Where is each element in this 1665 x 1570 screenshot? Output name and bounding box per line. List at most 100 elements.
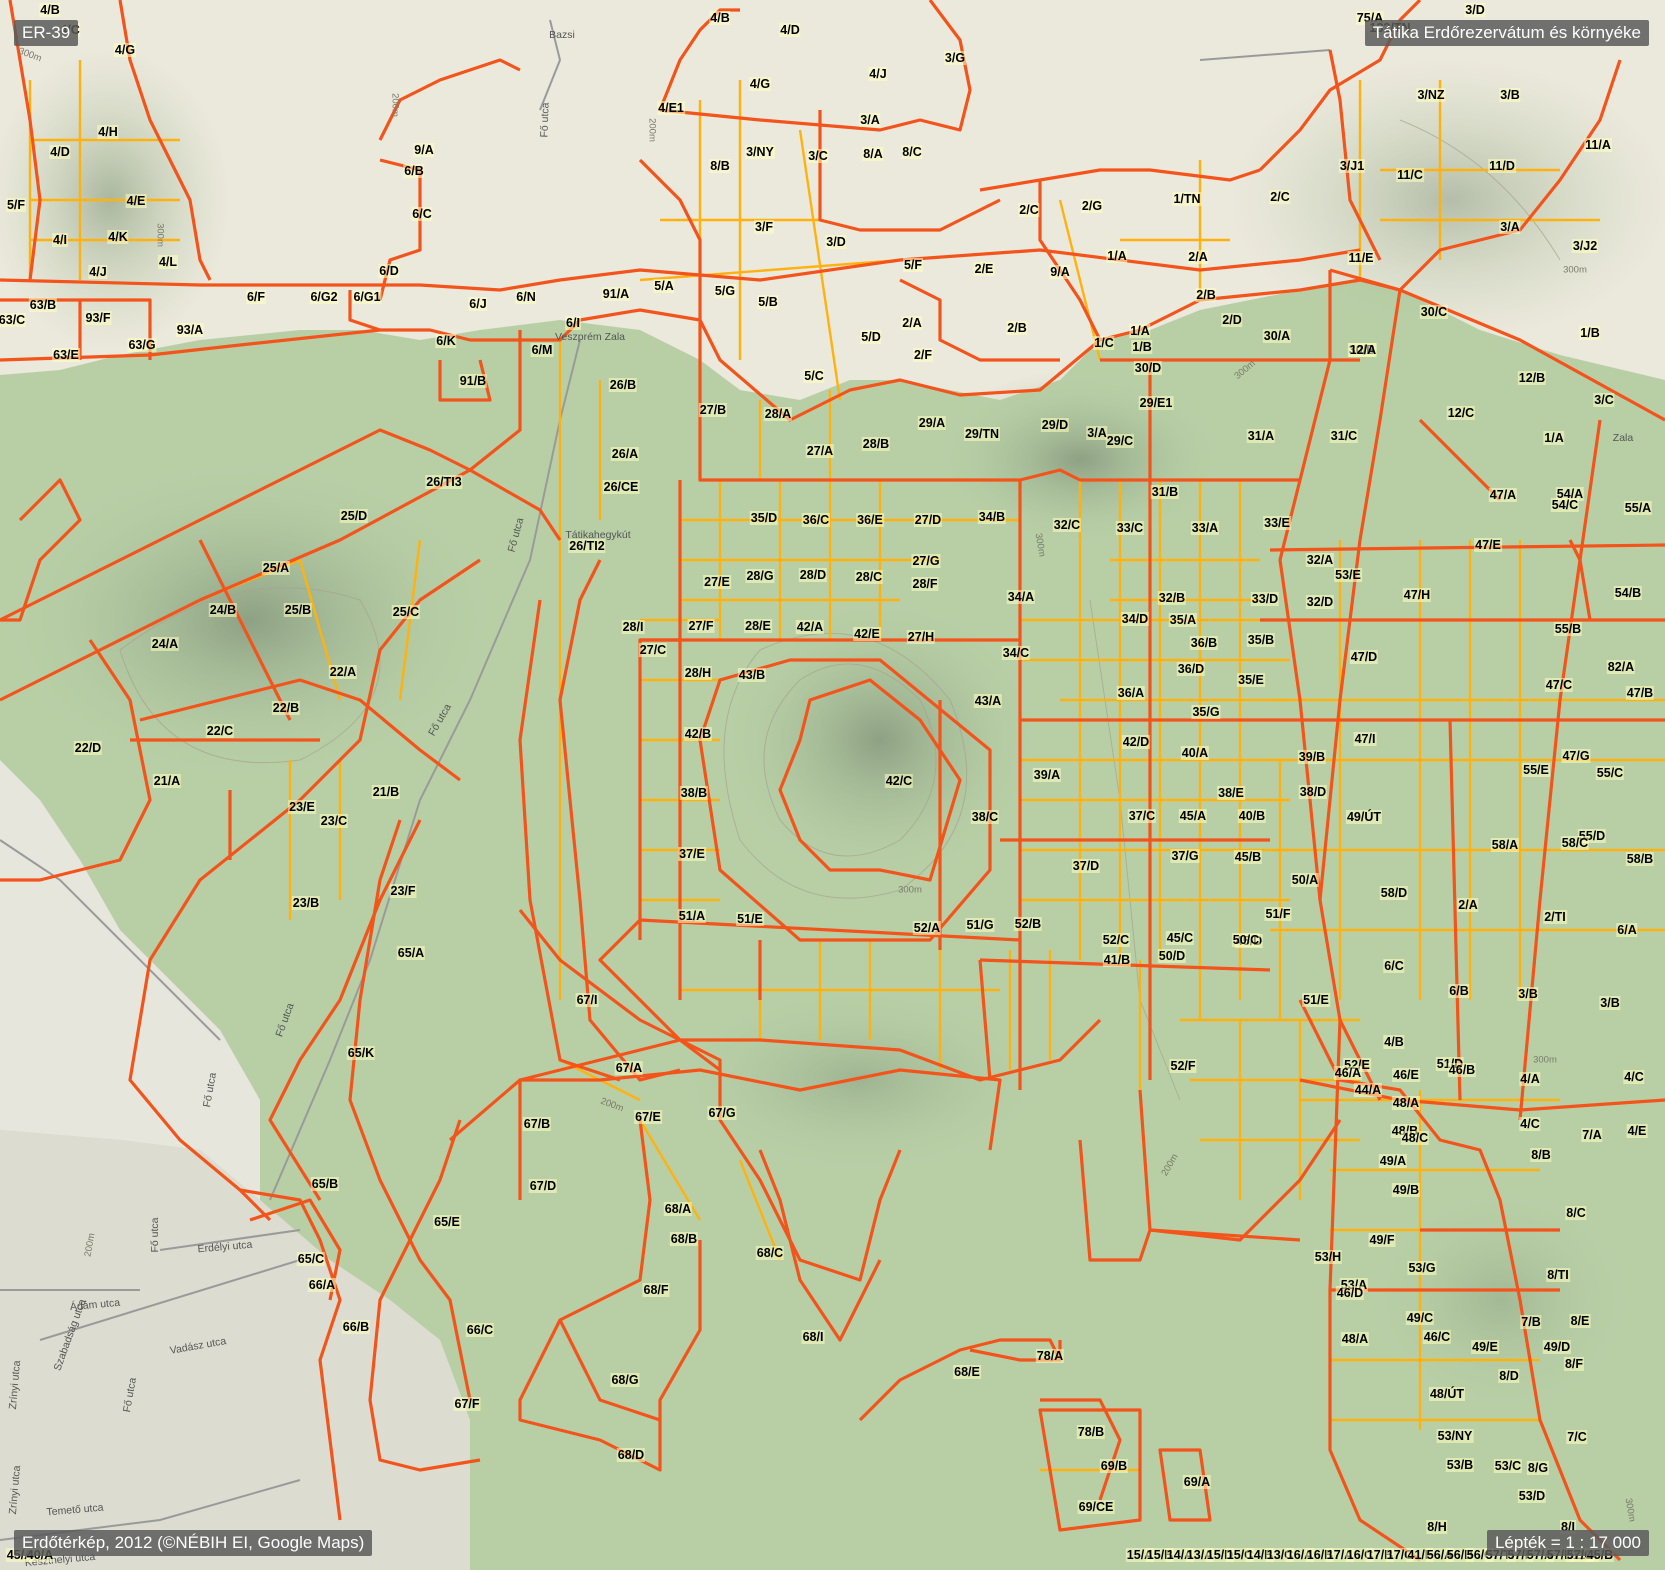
parcel-label[interactable]: 3/J1 — [1338, 159, 1366, 173]
parcel-label[interactable]: 2/TI — [1543, 910, 1567, 924]
parcel-label[interactable]: 48/A — [1340, 1332, 1370, 1346]
parcel-label[interactable]: 6/B — [403, 164, 425, 178]
parcel-label[interactable]: 3/A — [859, 113, 881, 127]
parcel-label[interactable]: 31/B — [1150, 485, 1180, 499]
parcel-label[interactable]: 4/A — [1519, 1072, 1541, 1086]
parcel-label[interactable]: 65/C — [296, 1252, 326, 1266]
parcel-label[interactable]: 48/ÚT — [1428, 1387, 1466, 1401]
parcel-label[interactable]: 12/C — [1446, 406, 1476, 420]
parcel-label[interactable]: 8/F — [1563, 1357, 1585, 1371]
parcel-label[interactable]: 27/A — [805, 444, 835, 458]
parcel-label[interactable]: 67/G — [707, 1106, 737, 1120]
parcel-label[interactable]: 2/A — [1187, 250, 1209, 264]
parcel-label[interactable]: 26/A — [610, 447, 640, 461]
parcel-label[interactable]: 5/F — [902, 258, 924, 272]
parcel-label[interactable]: 3/B — [1499, 88, 1521, 102]
parcel-label[interactable]: 55/B — [1553, 622, 1583, 636]
parcel-label[interactable]: 8/A — [862, 147, 884, 161]
parcel-label[interactable]: 5/C — [803, 369, 825, 383]
parcel-label[interactable]: 53/E — [1334, 568, 1362, 582]
parcel-label[interactable]: 34/A — [1006, 590, 1036, 604]
parcel-label[interactable]: 27/F — [687, 619, 715, 633]
parcel-label[interactable]: 8/D — [1498, 1369, 1520, 1383]
parcel-label[interactable]: 25/A — [261, 561, 291, 575]
parcel-label[interactable]: 82/A — [1606, 660, 1636, 674]
parcel-label[interactable]: 63/B — [28, 298, 58, 312]
parcel-label[interactable]: 68/F — [642, 1283, 670, 1297]
parcel-label[interactable]: 29/D — [1040, 418, 1070, 432]
parcel-label[interactable]: 28/E — [744, 619, 772, 633]
parcel-label[interactable]: 53/B — [1445, 1458, 1475, 1472]
parcel-label[interactable]: 45/C — [1165, 931, 1195, 945]
parcel-label[interactable]: 47/G — [1561, 749, 1591, 763]
parcel-label[interactable]: 30/C — [1419, 305, 1449, 319]
parcel-label[interactable]: 78/B — [1076, 1425, 1106, 1439]
parcel-label[interactable]: 27/B — [698, 403, 728, 417]
parcel-label[interactable]: 8/B — [1530, 1148, 1552, 1162]
parcel-label[interactable]: 91/B — [458, 374, 488, 388]
parcel-label[interactable]: 4/J — [868, 67, 888, 81]
parcel-label[interactable]: 31/C — [1329, 429, 1359, 443]
parcel-label[interactable]: 65/K — [346, 1046, 376, 1060]
parcel-label[interactable]: 3/B — [1599, 996, 1621, 1010]
parcel-label[interactable]: 28/H — [683, 666, 713, 680]
parcel-label[interactable]: 2/B — [1006, 321, 1028, 335]
parcel-label[interactable]: 26/CE — [602, 480, 640, 494]
parcel-label[interactable]: 63/G — [127, 338, 157, 352]
parcel-label[interactable]: 2/F — [912, 348, 934, 362]
parcel-label[interactable]: 5/A — [653, 279, 675, 293]
parcel-label[interactable]: 67/D — [528, 1179, 558, 1193]
parcel-label[interactable]: 5/D — [860, 330, 882, 344]
parcel-label[interactable]: 53/D — [1517, 1489, 1547, 1503]
parcel-label[interactable]: 27/E — [703, 575, 731, 589]
parcel-label[interactable]: 3/G — [943, 51, 967, 65]
parcel-label[interactable]: 3/A — [1086, 426, 1108, 440]
parcel-label[interactable]: 49/A — [1378, 1154, 1408, 1168]
parcel-label[interactable]: 36/E — [856, 513, 884, 527]
parcel-label[interactable]: 6/D — [378, 264, 400, 278]
parcel-label[interactable]: 55/C — [1595, 766, 1625, 780]
parcel-label[interactable]: 25/D — [339, 509, 369, 523]
parcel-label[interactable]: 35/D — [749, 511, 779, 525]
parcel-label[interactable]: 42/A — [795, 620, 825, 634]
parcel-label[interactable]: 58/D — [1379, 886, 1409, 900]
parcel-label[interactable]: 22/C — [205, 724, 235, 738]
parcel-label[interactable]: 36/D — [1176, 662, 1206, 676]
parcel-label[interactable]: 39/A — [1032, 768, 1062, 782]
parcel-label[interactable]: 25/B — [283, 603, 313, 617]
parcel-label[interactable]: 11/C — [1396, 168, 1424, 182]
parcel-label[interactable]: 28/C — [854, 570, 884, 584]
parcel-label[interactable]: 4/B — [39, 3, 61, 17]
parcel-label[interactable]: 2/A — [901, 316, 923, 330]
parcel-label[interactable]: 50/C — [1231, 933, 1261, 947]
parcel-label[interactable]: 11/A — [1584, 138, 1612, 152]
parcel-label[interactable]: 26/TI2 — [568, 539, 606, 553]
parcel-label[interactable]: 26/TI3 — [425, 475, 463, 489]
parcel-label[interactable]: 51/E — [1302, 993, 1330, 1007]
parcel-label[interactable]: 65/B — [310, 1177, 340, 1191]
parcel-label[interactable]: 37/G — [1170, 849, 1200, 863]
parcel-label[interactable]: 4/B — [709, 11, 731, 25]
parcel-label[interactable]: 21/B — [371, 785, 401, 799]
parcel-label[interactable]: 3/C — [807, 149, 829, 163]
parcel-label[interactable]: 32/C — [1052, 518, 1082, 532]
parcel-label[interactable]: 52/A — [912, 921, 942, 935]
parcel-label[interactable]: 65/E — [433, 1215, 461, 1229]
parcel-label[interactable]: 12/B — [1517, 371, 1547, 385]
parcel-label[interactable]: 7/B — [1520, 1315, 1542, 1329]
parcel-label[interactable]: 11/D — [1488, 159, 1516, 173]
parcel-label[interactable]: 6/G2 — [309, 290, 339, 304]
parcel-label[interactable]: 38/C — [970, 810, 1000, 824]
parcel-label[interactable]: 36/A — [1116, 686, 1146, 700]
parcel-label[interactable]: 23/F — [389, 884, 417, 898]
parcel-label[interactable]: 69/B — [1099, 1459, 1129, 1473]
parcel-label[interactable]: 24/B — [208, 603, 238, 617]
parcel-label[interactable]: 9/A — [413, 143, 435, 157]
parcel-label[interactable]: 46/B — [1447, 1063, 1477, 1077]
parcel-label[interactable]: 36/C — [801, 513, 831, 527]
parcel-label[interactable]: 47/H — [1402, 588, 1432, 602]
parcel-label[interactable]: 55/A — [1623, 501, 1653, 515]
parcel-label[interactable]: 43/A — [973, 694, 1003, 708]
parcel-label[interactable]: 4/E1 — [657, 101, 685, 115]
parcel-label[interactable]: 1/TN — [1172, 192, 1202, 206]
